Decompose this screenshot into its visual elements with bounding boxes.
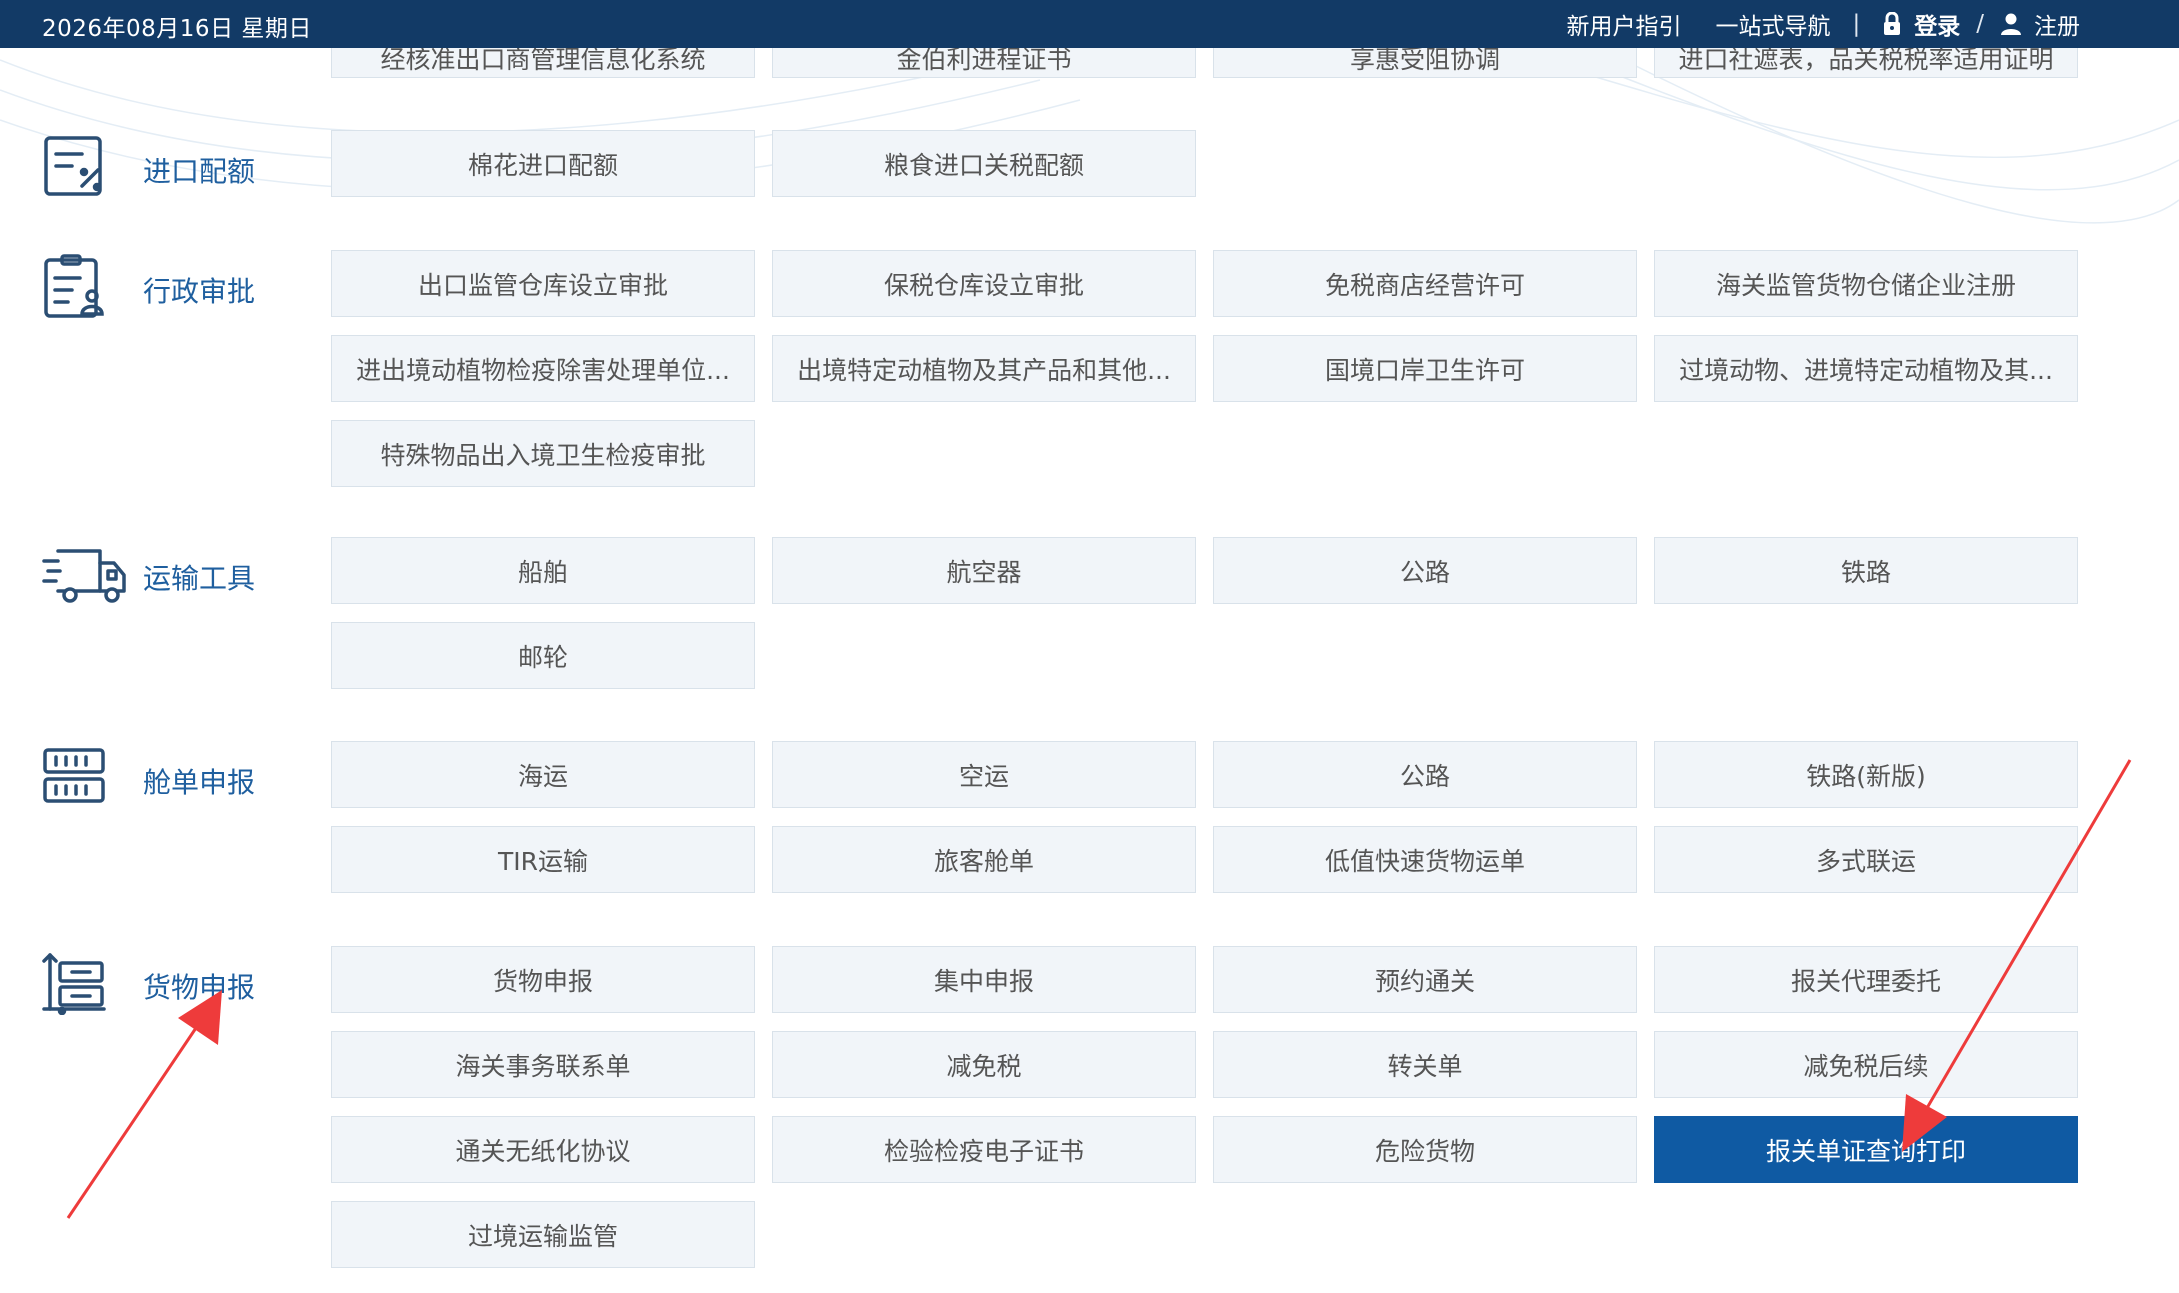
new-user-guide-link[interactable]: 新用户指引 [1567,7,1682,41]
section-title-import-quota[interactable]: 进口配额 [143,150,255,190]
tile-dangerous-goods[interactable]: 危险货物 [1213,1116,1637,1183]
tile-air-transport[interactable]: 空运 [772,741,1196,808]
tile-transit-animal-plant[interactable]: 过境动物、进境特定动植物及其... [1654,335,2078,402]
section-title-admin-approval[interactable]: 行政审批 [143,270,255,310]
tile-customs-contact-form[interactable]: 海关事务联系单 [331,1031,755,1098]
tile-transit-supervision[interactable]: 过境运输监管 [331,1201,755,1268]
cargo-declaration-icon [42,951,106,1016]
tile-bonded-warehouse-approval[interactable]: 保税仓库设立审批 [772,250,1196,317]
tile-cruise-ship[interactable]: 邮轮 [331,622,755,689]
section-title-transport-vehicles[interactable]: 运输工具 [143,557,255,597]
tile-storage-enterprise-registration[interactable]: 海关监管货物仓储企业注册 [1654,250,2078,317]
one-stop-navigation-link[interactable]: 一站式导航 [1716,7,1831,41]
tile-transfer-document[interactable]: 转关单 [1213,1031,1637,1098]
tile-export-warehouse-approval[interactable]: 出口监管仓库设立审批 [331,250,755,317]
tile-port-health-license[interactable]: 国境口岸卫生许可 [1213,335,1637,402]
tile-duty-free-shop-license[interactable]: 免税商店经营许可 [1213,250,1637,317]
tile-road-transport[interactable]: 公路 [1213,741,1637,808]
tile-centralized-declaration[interactable]: 集中申报 [772,946,1196,1013]
approval-document-icon [42,254,106,318]
tile-outbound-animal-plant[interactable]: 出境特定动植物及其产品和其他... [772,335,1196,402]
tile-cotton-import-quota[interactable]: 棉花进口配额 [331,130,755,197]
tile-ship[interactable]: 船舶 [331,537,755,604]
user-icon [2000,12,2022,36]
tile-tax-reduction-followup[interactable]: 减免税后续 [1654,1031,2078,1098]
register-link[interactable]: 注册 [2034,7,2080,41]
tile-quarantine-treatment-unit[interactable]: 进出境动植物检疫除害处理单位... [331,335,755,402]
truck-icon [42,543,126,607]
top-bar-links: 新用户指引 一站式导航 | 登录 / 注册 [1567,5,2081,43]
tile-railway[interactable]: 铁路 [1654,537,2078,604]
current-date: 2026年08月16日 星期日 [42,16,312,42]
tile-railway-new[interactable]: 铁路(新版) [1654,741,2078,808]
tile-tir-transport[interactable]: TIR运输 [331,826,755,893]
tile-paperless-agreement[interactable]: 通关无纸化协议 [331,1116,755,1183]
quota-form-icon [42,134,106,198]
section-title-cargo-declaration[interactable]: 货物申报 [143,966,255,1006]
tile-inspection-e-certificate[interactable]: 检验检疫电子证书 [772,1116,1196,1183]
top-bar: 2026年08月16日 星期日 新用户指引 一站式导航 | 登录 / 注册 [0,0,2179,48]
tile-tax-reduction[interactable]: 减免税 [772,1031,1196,1098]
tile-aircraft[interactable]: 航空器 [772,537,1196,604]
slash-divider: / [1976,11,1984,37]
tile-goods-declaration[interactable]: 货物申报 [331,946,755,1013]
tile-sea-transport[interactable]: 海运 [331,741,755,808]
manifest-icon [42,747,106,811]
tile-special-goods-quarantine[interactable]: 特殊物品出入境卫生检疫审批 [331,420,755,487]
tile-customs-agent-entrustment[interactable]: 报关代理委托 [1654,946,2078,1013]
tile-low-value-express[interactable]: 低值快速货物运单 [1213,826,1637,893]
tile-multimodal-transport[interactable]: 多式联运 [1654,826,2078,893]
tile-passenger-manifest[interactable]: 旅客舱单 [772,826,1196,893]
section-title-manifest-declaration[interactable]: 舱单申报 [143,761,255,801]
divider: | [1852,11,1861,37]
tile-grain-import-tariff-quota[interactable]: 粮食进口关税配额 [772,130,1196,197]
tile-appointment-clearance[interactable]: 预约通关 [1213,946,1637,1013]
tile-highway[interactable]: 公路 [1213,537,1637,604]
tile-declaration-query-print[interactable]: 报关单证查询打印 [1654,1116,2078,1183]
login-link[interactable]: 登录 [1914,7,1960,41]
lock-icon [1882,12,1902,36]
